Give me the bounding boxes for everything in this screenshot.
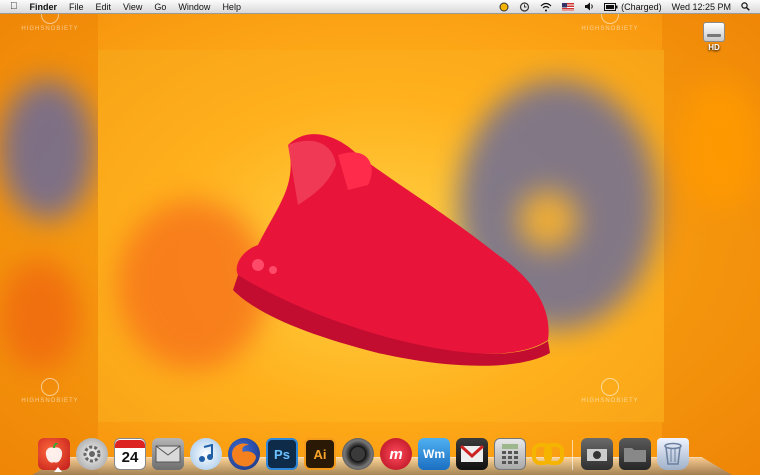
menu-clock[interactable]: Wed 12:25 PM xyxy=(667,2,736,12)
dock-gmail-icon[interactable] xyxy=(456,438,488,470)
wallpaper-center-art xyxy=(98,50,664,422)
dock-folder-icon[interactable] xyxy=(619,438,651,470)
ical-date: 24 xyxy=(121,449,139,466)
hd-label: HD xyxy=(708,43,720,52)
dock-trash-icon[interactable] xyxy=(657,438,689,470)
time-machine-icon[interactable] xyxy=(514,1,535,12)
wallpaper-blob xyxy=(0,260,80,370)
battery-icon xyxy=(604,2,618,11)
battery-label: (Charged) xyxy=(621,1,662,12)
menu-view[interactable]: View xyxy=(117,2,148,12)
wallpaper-blob xyxy=(680,80,760,210)
dock-separator xyxy=(572,440,573,470)
hard-drive-icon[interactable] xyxy=(703,22,725,42)
dock-photoshop-icon[interactable]: Ps xyxy=(266,438,298,470)
dock-finder-icon[interactable] xyxy=(38,438,70,470)
menu-bar:  Finder File Edit View Go Window Help (… xyxy=(0,0,760,14)
watermark-logo: HIGHSNOBIETY xyxy=(20,378,80,404)
app-menu-finder[interactable]: Finder xyxy=(24,2,64,12)
red-sneaker-image xyxy=(233,134,550,366)
menu-help[interactable]: Help xyxy=(216,2,247,12)
desktop: HIGHSNOBIETY HIGHSNOBIETY HIGHSNOBIETY H… xyxy=(0,0,760,475)
wifi-icon[interactable] xyxy=(535,2,557,12)
dock-calculator-icon[interactable] xyxy=(494,438,526,470)
dock-itunes-icon[interactable] xyxy=(190,438,222,470)
wallpaper-blob xyxy=(0,80,95,220)
menu-edit[interactable]: Edit xyxy=(90,2,118,12)
dock-ical-icon[interactable]: 24 xyxy=(114,438,146,470)
apple-menu-icon[interactable]:  xyxy=(0,1,24,12)
dock-system-preferences-icon[interactable] xyxy=(76,438,108,470)
dock-mail-icon[interactable] xyxy=(152,438,184,470)
spotlight-search-icon[interactable] xyxy=(736,2,760,11)
status-menu-icon[interactable] xyxy=(494,2,514,12)
dock-m-app-icon[interactable]: m xyxy=(380,438,412,470)
watermark-logo: HIGHSNOBIETY xyxy=(580,378,640,404)
dock-wm-app-icon[interactable]: Wm xyxy=(418,438,450,470)
dock-links-app-icon[interactable] xyxy=(532,438,564,470)
finder-running-indicator xyxy=(54,467,62,472)
menu-go[interactable]: Go xyxy=(148,2,172,12)
dock-camera-icon[interactable] xyxy=(342,438,374,470)
dock: 24 Ps Ai m Wm xyxy=(32,430,732,475)
battery-status[interactable]: (Charged) xyxy=(599,2,667,12)
hd-desktop-icon[interactable]: HD xyxy=(699,22,729,52)
dock-camera-folder-icon[interactable] xyxy=(581,438,613,470)
volume-icon[interactable] xyxy=(579,2,599,11)
dock-firefox-icon[interactable] xyxy=(228,438,260,470)
flag-input-icon[interactable] xyxy=(557,2,579,11)
menu-file[interactable]: File xyxy=(63,2,90,12)
dock-illustrator-icon[interactable]: Ai xyxy=(304,438,336,470)
menu-window[interactable]: Window xyxy=(172,2,216,12)
